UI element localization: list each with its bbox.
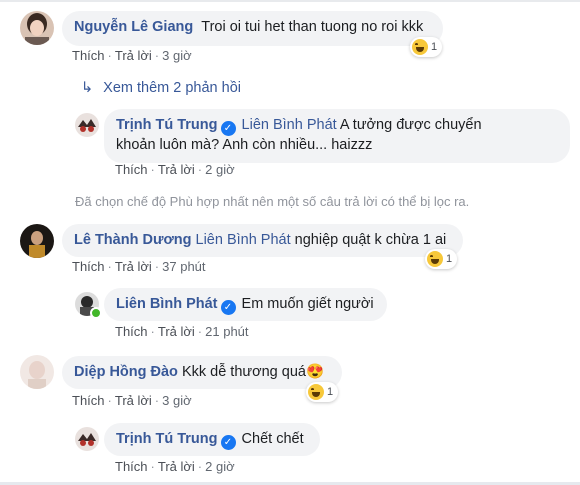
reply-actions: Thích · Trả lời · 21 phút xyxy=(115,324,249,339)
reply-text-line1: A tưởng được chuyển xyxy=(339,117,482,133)
separator: · xyxy=(197,459,203,474)
comment-time[interactable]: 3 giờ xyxy=(162,393,192,408)
like-link[interactable]: Thích xyxy=(72,393,105,408)
comment-bubble: Nguyễn Lê Giang Troi oi tui het than tuo… xyxy=(62,11,443,46)
comment-author[interactable]: Diệp Hồng Đào xyxy=(74,364,178,380)
reply-author[interactable]: Trịnh Tú Trung xyxy=(116,431,218,447)
online-status-indicator xyxy=(90,307,102,319)
reply-link[interactable]: Trả lời xyxy=(158,324,195,339)
avatar[interactable] xyxy=(20,355,54,389)
like-link[interactable]: Thích xyxy=(115,324,148,339)
reply-time[interactable]: 21 phút xyxy=(205,324,248,339)
reply-actions: Thích · Trả lời · 2 giờ xyxy=(115,459,235,474)
tagged-user[interactable]: Liên Bình Phát xyxy=(196,232,291,248)
haha-icon xyxy=(427,251,443,267)
separator: · xyxy=(197,324,203,339)
reply-actions: Thích · Trả lời · 2 giờ xyxy=(115,162,235,177)
avatar-image xyxy=(20,355,54,389)
like-link[interactable]: Thích xyxy=(72,259,105,274)
reply-bubble: Trịnh Tú Trung ✓ Chết chết xyxy=(104,423,320,456)
top-divider xyxy=(0,0,580,2)
haha-icon xyxy=(412,39,428,55)
filter-notice: Đã chọn chế độ Phù hợp nhất nên một số c… xyxy=(75,194,470,209)
avatar-image xyxy=(75,427,99,451)
reply-link[interactable]: Trả lời xyxy=(115,393,152,408)
reaction-count-text: 1 xyxy=(446,253,453,265)
separator: · xyxy=(197,162,203,177)
comment-text: Troi oi tui het than tuong no roi kkk xyxy=(201,19,424,35)
reply-link[interactable]: Trả lời xyxy=(115,259,152,274)
comment-time[interactable]: 3 giờ xyxy=(162,48,192,63)
reply-bubble: Trịnh Tú Trung ✓ Liên Bình Phát A tưởng đ… xyxy=(104,109,570,163)
reply-text: Chết chết xyxy=(241,431,304,447)
reply-text-line2: khoản luôn mà? Anh còn nhiều... haizzz xyxy=(116,137,373,153)
haha-icon xyxy=(308,384,324,400)
avatar[interactable] xyxy=(20,224,54,258)
separator: · xyxy=(150,162,155,177)
comment-actions: Thích · Trả lời · 37 phút xyxy=(72,259,206,274)
avatar-image xyxy=(75,113,99,137)
avatar-image xyxy=(20,11,54,45)
reply-time[interactable]: 2 giờ xyxy=(205,459,235,474)
comment-author[interactable]: Lê Thành Dương xyxy=(74,232,191,248)
separator: · xyxy=(107,259,112,274)
reaction-count-text: 1 xyxy=(327,386,334,398)
view-more-replies-link[interactable]: ↳ Xem thêm 2 phản hồi xyxy=(81,80,241,96)
verified-badge-icon: ✓ xyxy=(220,121,236,136)
separator: · xyxy=(154,48,160,63)
verified-badge-icon: ✓ xyxy=(220,435,236,450)
reaction-count-text: 1 xyxy=(431,41,438,53)
separator: · xyxy=(150,324,155,339)
reply-bubble: Liên Bình Phát ✓ Em muốn giết người xyxy=(104,288,387,321)
like-link[interactable]: Thích xyxy=(115,459,148,474)
heart-eyes-emoji-icon: 😍 xyxy=(305,364,325,380)
tagged-user[interactable]: Liên Bình Phát xyxy=(242,117,337,133)
reaction-count[interactable]: 1 xyxy=(306,382,339,402)
comment-bubble: Lê Thành Dương Liên Bình Phát nghiệp quậ… xyxy=(62,224,463,257)
comment-actions: Thích · Trả lời · 3 giờ xyxy=(72,393,192,408)
comment-actions: Thích · Trả lời · 3 giờ xyxy=(72,48,192,63)
comment-time[interactable]: 37 phút xyxy=(162,259,205,274)
separator: · xyxy=(150,459,155,474)
reply-text: Em muốn giết người xyxy=(241,296,374,312)
separator: · xyxy=(154,259,160,274)
reply-author[interactable]: Trịnh Tú Trung xyxy=(116,117,218,133)
separator: · xyxy=(107,393,112,408)
avatar[interactable] xyxy=(75,427,99,451)
reply-time[interactable]: 2 giờ xyxy=(205,162,235,177)
reply-author[interactable]: Liên Bình Phát xyxy=(116,296,218,312)
comment-bubble: Diệp Hồng Đào Kkk dễ thương quá😍 xyxy=(62,356,342,389)
reply-link[interactable]: Trả lời xyxy=(115,48,152,63)
reply-link[interactable]: Trả lời xyxy=(158,162,195,177)
view-more-replies-text: Xem thêm 2 phản hồi xyxy=(103,80,241,96)
comment-author[interactable]: Nguyễn Lê Giang xyxy=(74,19,193,35)
avatar-image xyxy=(20,224,54,258)
reaction-count[interactable]: 1 xyxy=(425,249,458,269)
like-link[interactable]: Thích xyxy=(72,48,105,63)
verified-badge-icon: ✓ xyxy=(220,300,236,315)
reaction-count[interactable]: 1 xyxy=(410,37,443,57)
reply-link[interactable]: Trả lời xyxy=(158,459,195,474)
comment-text: Kkk dễ thương quá xyxy=(181,364,306,380)
avatar[interactable] xyxy=(75,113,99,137)
comment-text: nghiệp quật k chừa 1 ai xyxy=(294,232,447,248)
reply-arrow-icon: ↳ xyxy=(81,80,94,96)
separator: · xyxy=(107,48,112,63)
avatar[interactable] xyxy=(20,11,54,45)
separator: · xyxy=(154,393,160,408)
like-link[interactable]: Thích xyxy=(115,162,148,177)
